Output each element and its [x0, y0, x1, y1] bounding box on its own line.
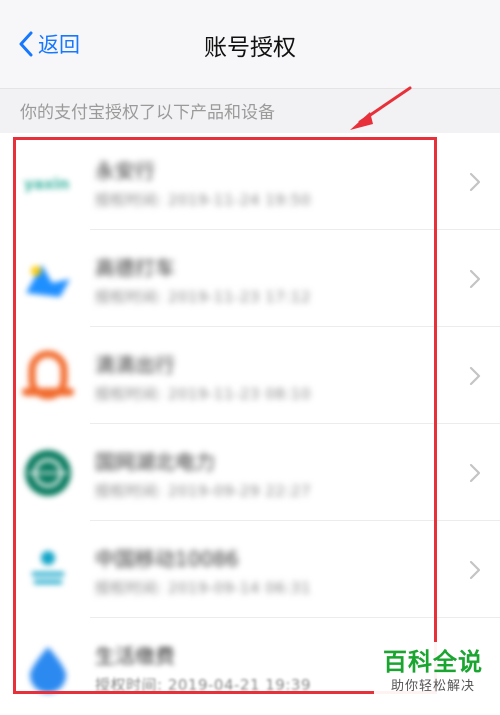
svg-text:yaxin: yaxin: [24, 175, 69, 193]
annotation-arrow-icon: [350, 86, 412, 130]
authorization-time: 授权时间: 2019-09-14 06:31: [95, 579, 311, 597]
chevron-right-icon: [469, 366, 481, 386]
app-name: 滴滴出行: [95, 353, 175, 377]
authorization-time: 授权时间: 2019-09-29 22:27: [95, 482, 311, 500]
app-name: 生活缴费: [95, 644, 175, 668]
list-item[interactable]: 高德打车 授权时间: 2019-11-23 17:12: [0, 230, 500, 327]
state-grid-logo-icon: [22, 447, 74, 499]
page-title: 账号授权: [204, 35, 296, 61]
gaode-logo-icon: [22, 253, 74, 305]
authorization-time: 授权时间: 2019-11-24 19:50: [95, 191, 311, 209]
list-item[interactable]: 滴滴出行 授权时间: 2019-11-23 08:10: [0, 327, 500, 424]
list-item[interactable]: 国网湖北电力 授权时间: 2019-09-29 22:27: [0, 424, 500, 521]
list-item[interactable]: yaxin 永安行 授权时间: 2019-11-24 19:50: [0, 133, 500, 230]
yongan-logo-icon: yaxin: [22, 156, 74, 208]
authorization-time: 授权时间: 2019-11-23 17:12: [95, 288, 311, 306]
app-name: 国网湖北电力: [95, 450, 215, 474]
chevron-right-icon: [469, 463, 481, 483]
section-description: 你的支付宝授权了以下产品和设备: [20, 103, 275, 123]
watermark-subtitle: 助你轻松解决: [390, 679, 475, 694]
chevron-right-icon: [469, 560, 481, 580]
chevron-right-icon: [469, 269, 481, 289]
authorization-time: 授权时间: 2019-11-23 08:10: [95, 385, 311, 403]
authorized-app-list: yaxin 永安行 授权时间: 2019-11-24 19:50 高德打车 授权…: [0, 133, 500, 715]
app-name: 中国移动10086: [95, 547, 239, 571]
china-mobile-logo-icon: [22, 544, 74, 596]
navigation-bar: 返回 账号授权: [0, 0, 500, 89]
list-item[interactable]: 中国移动10086 授权时间: 2019-09-14 06:31: [0, 521, 500, 618]
chevron-right-icon: [469, 172, 481, 192]
watermark-title: 百科全说: [383, 648, 483, 676]
authorization-time: 授权时间: 2019-04-21 19:39: [95, 676, 311, 694]
didi-logo-icon: [22, 350, 74, 402]
app-name: 高德打车: [95, 256, 175, 280]
life-payment-logo-icon: [22, 641, 74, 693]
app-name: 永安行: [95, 159, 155, 183]
